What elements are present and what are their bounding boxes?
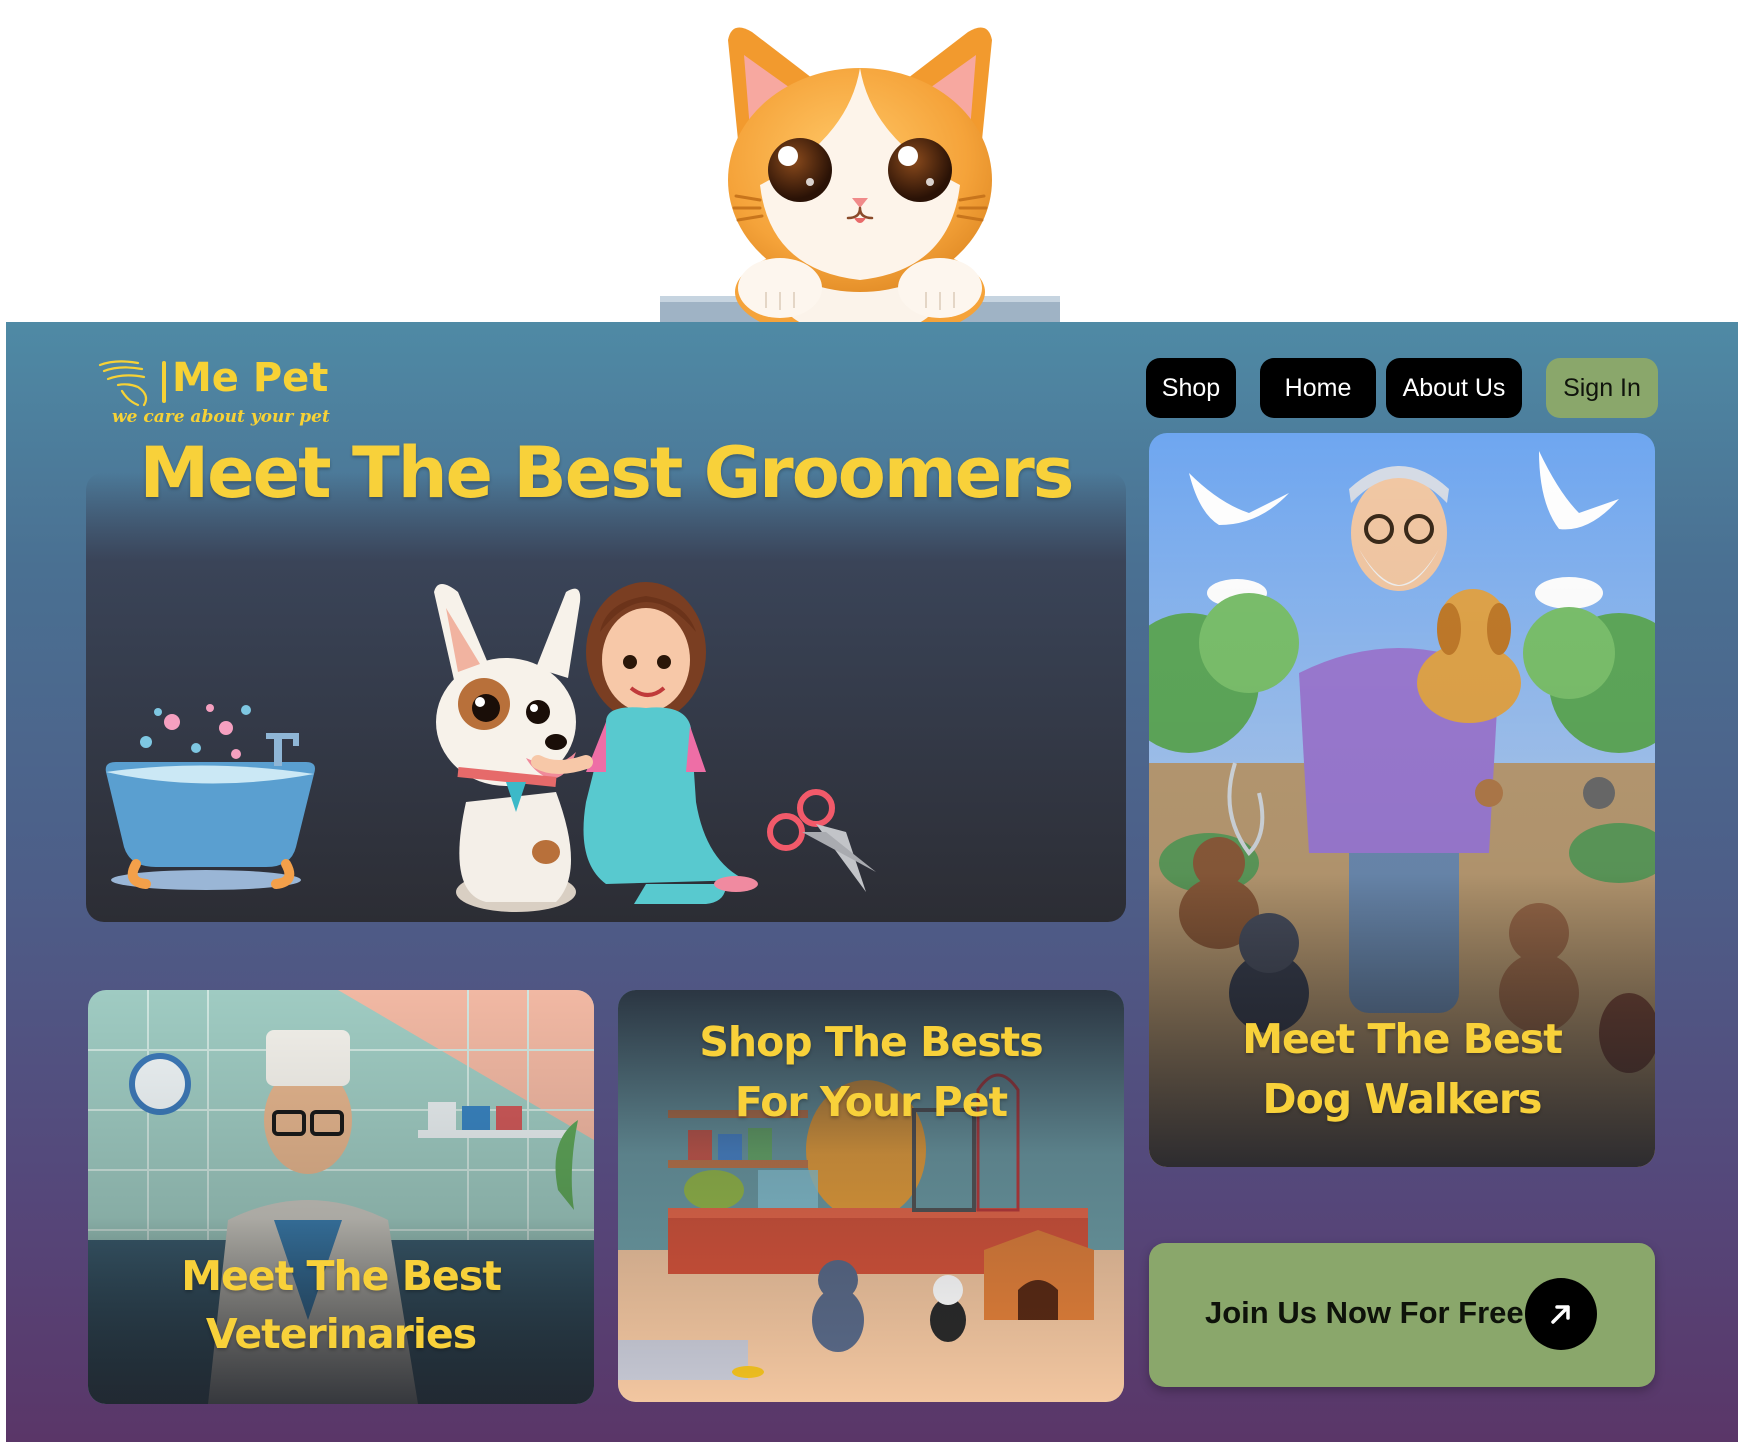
- nav-shop-button[interactable]: Shop: [1146, 358, 1236, 418]
- brand-name: Me Pet: [172, 355, 329, 401]
- hand-icon: [98, 360, 148, 407]
- dog-walkers-card[interactable]: Meet The Best Dog Walkers: [1149, 433, 1655, 1167]
- groomers-card[interactable]: [86, 472, 1126, 922]
- shop-title-line1: Shop The Bests: [699, 1018, 1043, 1066]
- veterinaries-title-line1: Meet The Best: [181, 1252, 502, 1300]
- groomer-dog-illustration: [105, 582, 876, 912]
- groomers-title: Meet The Best Groomers: [139, 432, 1075, 514]
- shop-card[interactable]: Shop The Bests For Your Pet: [618, 990, 1124, 1402]
- main-panel: Me Pet we care about your pet Shop Home …: [6, 322, 1738, 1442]
- dog-walkers-title-line2: Dog Walkers: [1262, 1075, 1543, 1123]
- shop-title-line2: For Your Pet: [734, 1078, 1008, 1126]
- veterinaries-title-line2: Veterinaries: [205, 1310, 477, 1358]
- dog-walkers-title-line1: Meet The Best: [1242, 1015, 1563, 1063]
- nav-home-button[interactable]: Home: [1260, 358, 1376, 418]
- nav-about-us-button[interactable]: About Us: [1386, 358, 1522, 418]
- logo-divider: [162, 361, 166, 403]
- brand-logo[interactable]: Me Pet we care about your pet: [98, 355, 330, 437]
- join-us-label: Join Us Now For Free: [1205, 1295, 1524, 1330]
- cat-mascot-image: [660, 10, 1060, 322]
- veterinaries-card[interactable]: Meet The Best Veterinaries: [88, 990, 594, 1404]
- join-us-button[interactable]: Join Us Now For Free: [1149, 1243, 1655, 1387]
- arrow-up-right-icon[interactable]: [1525, 1278, 1597, 1350]
- brand-tagline: we care about your pet: [112, 407, 330, 427]
- sign-in-button[interactable]: Sign In: [1546, 358, 1658, 418]
